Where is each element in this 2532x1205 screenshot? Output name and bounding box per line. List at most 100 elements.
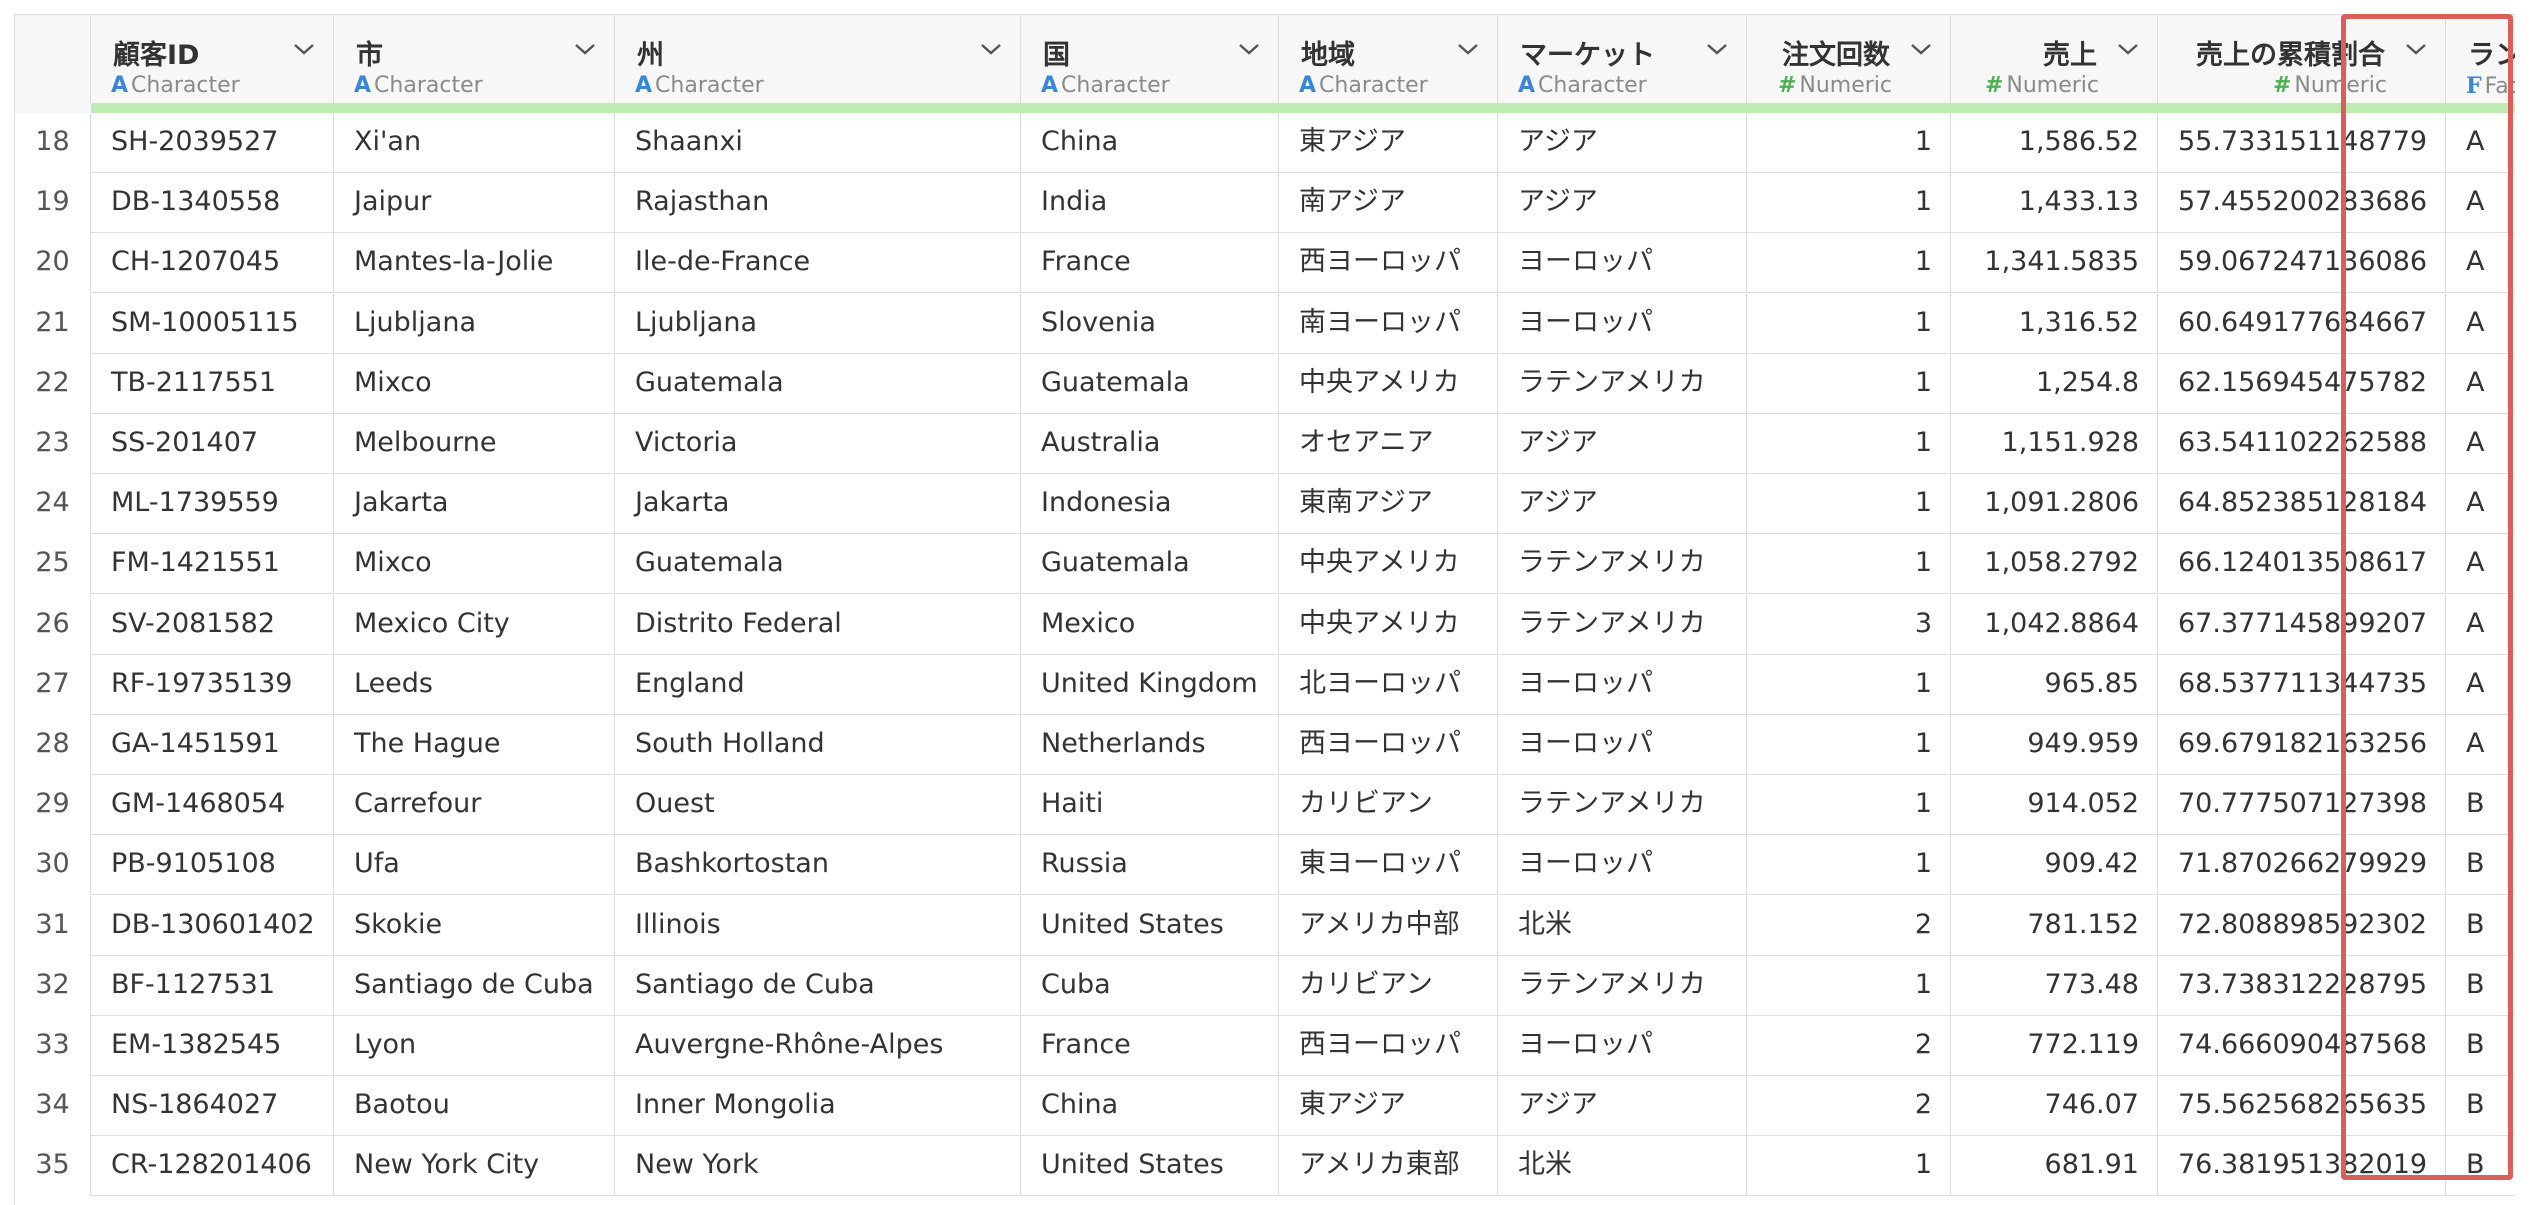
- cell-sales[interactable]: 914.052: [1951, 775, 2158, 835]
- cell-city[interactable]: The Hague: [334, 715, 615, 775]
- cell-rank[interactable]: A: [2446, 715, 2515, 775]
- cell-id[interactable]: SH-2039527: [91, 113, 334, 173]
- table-row[interactable]: 26 SV-2081582 Mexico City Distrito Federal M…: [15, 595, 2515, 655]
- chevron-down-icon[interactable]: [1704, 39, 1730, 59]
- cell-region[interactable]: 東アジア: [1279, 113, 1498, 173]
- cell-market[interactable]: ヨーロッパ: [1498, 835, 1747, 895]
- cell-market[interactable]: ヨーロッパ: [1498, 715, 1747, 775]
- cell-cum[interactable]: 66.124013508617: [2158, 534, 2446, 594]
- chevron-down-icon[interactable]: [572, 39, 598, 59]
- cell-country[interactable]: China: [1021, 113, 1279, 173]
- cell-state[interactable]: Rajasthan: [615, 173, 1021, 233]
- cell-market[interactable]: アジア: [1498, 173, 1747, 233]
- cell-region[interactable]: 中央アメリカ: [1279, 354, 1498, 414]
- cell-state[interactable]: Guatemala: [615, 534, 1021, 594]
- cell-state[interactable]: Santiago de Cuba: [615, 956, 1021, 1016]
- cell-state[interactable]: Auvergne-Rhône-Alpes: [615, 1016, 1021, 1076]
- cell-state[interactable]: Ljubljana: [615, 294, 1021, 354]
- column-header-city[interactable]: 市 A Character: [334, 15, 615, 103]
- table-row[interactable]: 32 BF-1127531 Santiago de Cuba Santiago de …: [15, 956, 2515, 1016]
- cell-region[interactable]: 西ヨーロッパ: [1279, 233, 1498, 293]
- cell-city[interactable]: Skokie: [334, 896, 615, 956]
- cell-sales[interactable]: 1,586.52: [1951, 113, 2158, 173]
- cell-sales[interactable]: 1,042.8864: [1951, 595, 2158, 655]
- cell-state[interactable]: Jakarta: [615, 474, 1021, 534]
- table-row[interactable]: 33 EM-1382545 Lyon Auvergne-Rhône-Alpes Fran…: [15, 1016, 2515, 1076]
- cell-rank[interactable]: B: [2446, 775, 2515, 835]
- cell-market[interactable]: 北米: [1498, 1136, 1747, 1196]
- cell-orders[interactable]: 1: [1747, 534, 1951, 594]
- cell-region[interactable]: 南アジア: [1279, 173, 1498, 233]
- cell-country[interactable]: Cuba: [1021, 956, 1279, 1016]
- table-row[interactable]: 27 RF-19735139 Leeds England United Kingdom 北…: [15, 655, 2515, 715]
- cell-market[interactable]: アジア: [1498, 414, 1747, 474]
- cell-city[interactable]: New York City: [334, 1136, 615, 1196]
- cell-orders[interactable]: 3: [1747, 595, 1951, 655]
- cell-market[interactable]: 北米: [1498, 896, 1747, 956]
- cell-region[interactable]: 東ヨーロッパ: [1279, 835, 1498, 895]
- cell-rank[interactable]: A: [2446, 474, 2515, 534]
- cell-region[interactable]: オセアニア: [1279, 414, 1498, 474]
- cell-state[interactable]: South Holland: [615, 715, 1021, 775]
- cell-id[interactable]: RF-19735139: [91, 655, 334, 715]
- cell-id[interactable]: DB-1340558: [91, 173, 334, 233]
- cell-orders[interactable]: 1: [1747, 1136, 1951, 1196]
- cell-city[interactable]: Carrefour: [334, 775, 615, 835]
- cell-id[interactable]: GA-1451591: [91, 715, 334, 775]
- table-row[interactable]: 31 DB-130601402 Skokie Illinois United State…: [15, 896, 2515, 956]
- cell-id[interactable]: TB-2117551: [91, 354, 334, 414]
- chevron-down-icon[interactable]: [978, 39, 1004, 59]
- cell-city[interactable]: Ljubljana: [334, 294, 615, 354]
- cell-sales[interactable]: 1,151.928: [1951, 414, 2158, 474]
- column-header-id[interactable]: 顧客ID A Character: [91, 15, 334, 103]
- cell-orders[interactable]: 1: [1747, 173, 1951, 233]
- cell-sales[interactable]: 772.119: [1951, 1016, 2158, 1076]
- cell-id[interactable]: BF-1127531: [91, 956, 334, 1016]
- cell-cum[interactable]: 72.808898592302: [2158, 896, 2446, 956]
- cell-city[interactable]: Santiago de Cuba: [334, 956, 615, 1016]
- cell-market[interactable]: ラテンアメリカ: [1498, 534, 1747, 594]
- cell-rank[interactable]: B: [2446, 956, 2515, 1016]
- cell-state[interactable]: Ile-de-France: [615, 233, 1021, 293]
- cell-rank[interactable]: B: [2446, 1136, 2515, 1196]
- cell-country[interactable]: France: [1021, 1016, 1279, 1076]
- cell-state[interactable]: New York: [615, 1136, 1021, 1196]
- cell-rank[interactable]: A: [2446, 655, 2515, 715]
- table-row[interactable]: 20 CH-1207045 Mantes-la-Jolie Ile-de-France…: [15, 233, 2515, 293]
- cell-city[interactable]: Leeds: [334, 655, 615, 715]
- cell-rank[interactable]: B: [2446, 1016, 2515, 1076]
- cell-id[interactable]: CR-128201406: [91, 1136, 334, 1196]
- cell-state[interactable]: Distrito Federal: [615, 595, 1021, 655]
- cell-state[interactable]: Illinois: [615, 896, 1021, 956]
- cell-country[interactable]: Mexico: [1021, 595, 1279, 655]
- cell-cum[interactable]: 64.852385128184: [2158, 474, 2446, 534]
- cell-orders[interactable]: 1: [1747, 233, 1951, 293]
- cell-country[interactable]: Guatemala: [1021, 534, 1279, 594]
- chevron-down-icon[interactable]: [2115, 39, 2141, 59]
- cell-market[interactable]: ヨーロッパ: [1498, 1016, 1747, 1076]
- cell-rank[interactable]: B: [2446, 835, 2515, 895]
- cell-rank[interactable]: A: [2446, 294, 2515, 354]
- cell-city[interactable]: Jakarta: [334, 474, 615, 534]
- cell-orders[interactable]: 1: [1747, 655, 1951, 715]
- table-row[interactable]: 30 PB-9105108 Ufa Bashkortostan Russia 東ヨーロッパ…: [15, 835, 2515, 895]
- cell-orders[interactable]: 1: [1747, 835, 1951, 895]
- cell-id[interactable]: CH-1207045: [91, 233, 334, 293]
- cell-rank[interactable]: A: [2446, 354, 2515, 414]
- cell-region[interactable]: 南ヨーロッパ: [1279, 294, 1498, 354]
- cell-region[interactable]: 北ヨーロッパ: [1279, 655, 1498, 715]
- cell-id[interactable]: SV-2081582: [91, 595, 334, 655]
- cell-cum[interactable]: 67.377145899207: [2158, 595, 2446, 655]
- table-row[interactable]: 21 SM-10005115 Ljubljana Ljubljana Slovenia 南…: [15, 294, 2515, 354]
- cell-state[interactable]: Inner Mongolia: [615, 1076, 1021, 1136]
- cell-country[interactable]: India: [1021, 173, 1279, 233]
- cell-country[interactable]: Slovenia: [1021, 294, 1279, 354]
- cell-market[interactable]: ラテンアメリカ: [1498, 595, 1747, 655]
- cell-city[interactable]: Xi'an: [334, 113, 615, 173]
- cell-cum[interactable]: 70.777507127398: [2158, 775, 2446, 835]
- table-row[interactable]: 35 CR-128201406 New York City New York Unite…: [15, 1136, 2515, 1196]
- cell-sales[interactable]: 1,316.52: [1951, 294, 2158, 354]
- cell-id[interactable]: ML-1739559: [91, 474, 334, 534]
- cell-orders[interactable]: 1: [1747, 354, 1951, 414]
- cell-city[interactable]: Jaipur: [334, 173, 615, 233]
